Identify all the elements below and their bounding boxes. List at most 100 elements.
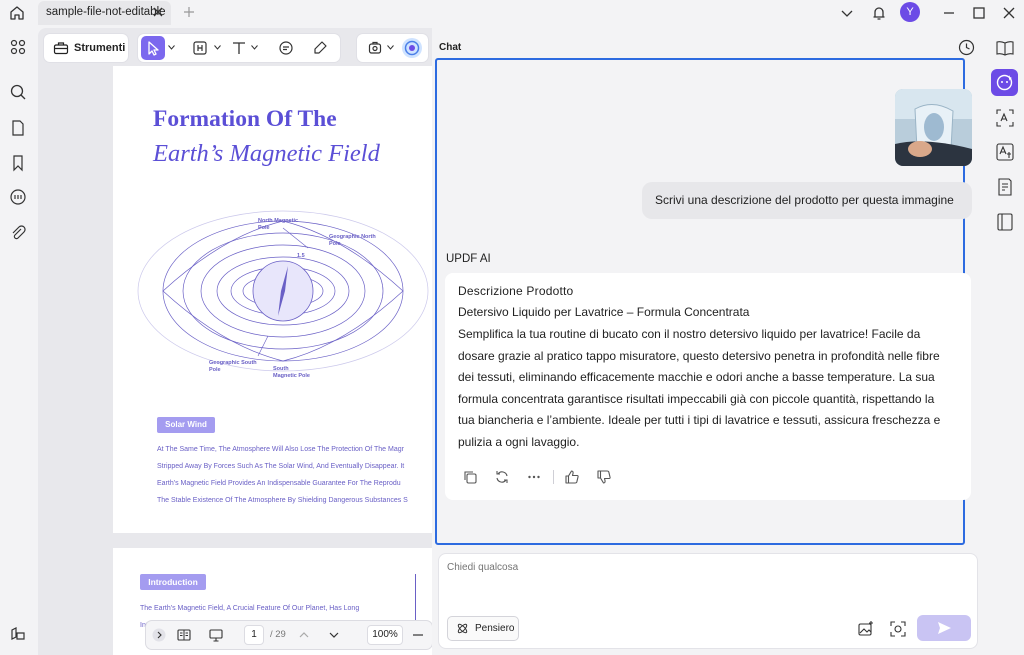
intro-text-line: The Earth's Magnetic Field, A Crucial Fe… [140, 605, 360, 612]
geographic-north-pole-label: Geographic North Pole [329, 234, 376, 247]
avatar[interactable]: Y [900, 2, 920, 22]
text-icon[interactable] [231, 40, 247, 56]
document-tab-title: sample-file-not-editable [46, 6, 166, 18]
comment-icon[interactable] [278, 40, 294, 56]
page-icon[interactable] [8, 118, 28, 138]
select-tool[interactable] [141, 36, 165, 60]
home-icon[interactable] [8, 4, 26, 22]
thumbs-down-icon[interactable] [596, 469, 612, 485]
ai-assistant-icon[interactable] [401, 37, 423, 59]
minimize-icon[interactable] [940, 4, 958, 22]
extra-tools-group [357, 34, 428, 62]
ocr-icon[interactable] [995, 108, 1015, 128]
chat-input-box: Pensiero [438, 553, 978, 649]
stamp-icon[interactable] [367, 40, 383, 56]
search-icon[interactable] [8, 82, 28, 102]
zoom-out-icon[interactable] [410, 627, 426, 643]
user-message: Scrivi una descrizione del prodotto per … [642, 182, 972, 219]
thinking-mode-button[interactable]: Pensiero [447, 616, 519, 641]
reader-icon[interactable] [995, 212, 1015, 232]
layers-icon[interactable] [8, 624, 28, 644]
ai-assistant-button[interactable] [991, 69, 1018, 96]
body-text-line: The Stable Existence Of The Atmosphere B… [157, 497, 408, 504]
maximize-icon[interactable] [970, 4, 988, 22]
tools-label: Strumenti [74, 42, 126, 54]
body-text-line: Stripped Away By Forces Such As The Sola… [157, 463, 405, 470]
right-sidebar [984, 26, 1024, 655]
page-layout-icon[interactable] [176, 627, 192, 643]
document-tab[interactable]: sample-file-not-editable [38, 1, 171, 25]
document-area: Strumenti Formation Of The Earth’s Magne… [38, 28, 432, 655]
bell-icon[interactable] [870, 4, 888, 22]
response-text-line: Semplifica la tua routine di bucato con … [458, 327, 921, 341]
send-button[interactable] [917, 615, 971, 641]
thumbs-up-icon[interactable] [564, 469, 580, 485]
close-icon[interactable] [153, 7, 163, 17]
summarize-icon[interactable] [995, 177, 1015, 197]
edit-tools-group [138, 34, 340, 62]
text-box-icon[interactable] [192, 40, 208, 56]
body-text-line: Earth's Magnetic Field Provides An Indis… [157, 480, 401, 487]
uploaded-image[interactable] [895, 89, 972, 166]
ai-response-card: Descrizione Prodotto Detersivo Liquido p… [445, 273, 971, 500]
chat-input[interactable] [447, 562, 847, 573]
copy-icon[interactable] [462, 469, 478, 485]
zoom-level[interactable]: 100% [367, 625, 403, 645]
comment-icon[interactable] [8, 187, 28, 207]
solar-wind-tag: Solar Wind [157, 417, 215, 433]
close-icon[interactable] [1000, 4, 1018, 22]
response-subtitle: Detersivo Liquido per Lavatrice – Formul… [458, 305, 750, 319]
response-text-line: tua biancheria e l’ambiente. Ideale per … [458, 413, 941, 427]
highlighter-icon[interactable] [312, 40, 328, 56]
attachment-icon[interactable] [8, 223, 28, 243]
response-title: Descrizione Prodotto [458, 284, 574, 298]
chevron-down-icon[interactable] [251, 45, 258, 50]
grid-icon[interactable] [8, 37, 28, 57]
chevron-down-icon[interactable] [387, 45, 394, 50]
bookmark-icon[interactable] [8, 153, 28, 173]
thinking-mode-label: Pensiero [475, 623, 515, 634]
atom-icon [456, 622, 469, 635]
translate-icon[interactable] [995, 142, 1015, 162]
presentation-icon[interactable] [208, 627, 224, 643]
screenshot-icon[interactable] [889, 620, 907, 638]
more-icon[interactable] [526, 469, 542, 485]
toolbox-icon [53, 41, 69, 55]
page-number-input[interactable]: 1 [244, 625, 264, 645]
plus-icon[interactable] [182, 5, 196, 19]
chevron-down-icon[interactable] [838, 4, 856, 22]
document-toolbar: Strumenti [42, 32, 428, 64]
chat-header: Chat [439, 42, 462, 53]
cursor-icon [148, 41, 159, 56]
response-text-line: dosare grazie al pratico tappo misurator… [458, 349, 940, 363]
left-sidebar [0, 26, 36, 655]
history-icon[interactable] [958, 39, 975, 56]
response-text-line: dei tessuti, eliminando efficacemente ma… [458, 370, 935, 384]
north-magnetic-pole-label: North Magnetic Pole [258, 218, 299, 231]
image-upload-icon[interactable] [857, 620, 875, 638]
response-text-line: formula concentrata garantisce risultati… [458, 392, 935, 406]
page-title: Formation Of The [153, 106, 337, 132]
angle-label: 1.5 [297, 253, 305, 259]
south-magnetic-pole-label: South Magnetic Pole [273, 366, 310, 379]
ai-name-label: UPDF AI [446, 253, 491, 265]
divider [553, 470, 554, 484]
chevron-down-icon[interactable] [214, 45, 221, 50]
chevron-up-icon[interactable] [296, 627, 312, 643]
response-text-line: pulizia a ogni lavaggio. [458, 435, 580, 449]
chevron-down-icon[interactable] [168, 45, 175, 50]
page-navigation-bar: 1 / 29 100% [146, 621, 432, 649]
send-icon [938, 622, 951, 634]
chat-panel: Chat Scrivi una descrizione del prodotto… [432, 28, 984, 655]
chevron-down-icon[interactable] [326, 627, 342, 643]
page-subtitle: Earth’s Magnetic Field [153, 140, 380, 167]
introduction-tag: Introduction [140, 574, 206, 590]
geographic-south-pole-label: Geographic South Pole [209, 360, 257, 373]
pdf-page: Formation Of The Earth’s Magnetic Field [113, 66, 432, 533]
regenerate-icon[interactable] [494, 469, 510, 485]
book-open-icon[interactable] [995, 38, 1015, 58]
tools-button[interactable]: Strumenti [44, 34, 128, 62]
chevron-right-icon[interactable] [152, 628, 166, 642]
body-text-line: At The Same Time, The Atmosphere Will Al… [157, 446, 404, 453]
page-total: / 29 [270, 629, 286, 640]
